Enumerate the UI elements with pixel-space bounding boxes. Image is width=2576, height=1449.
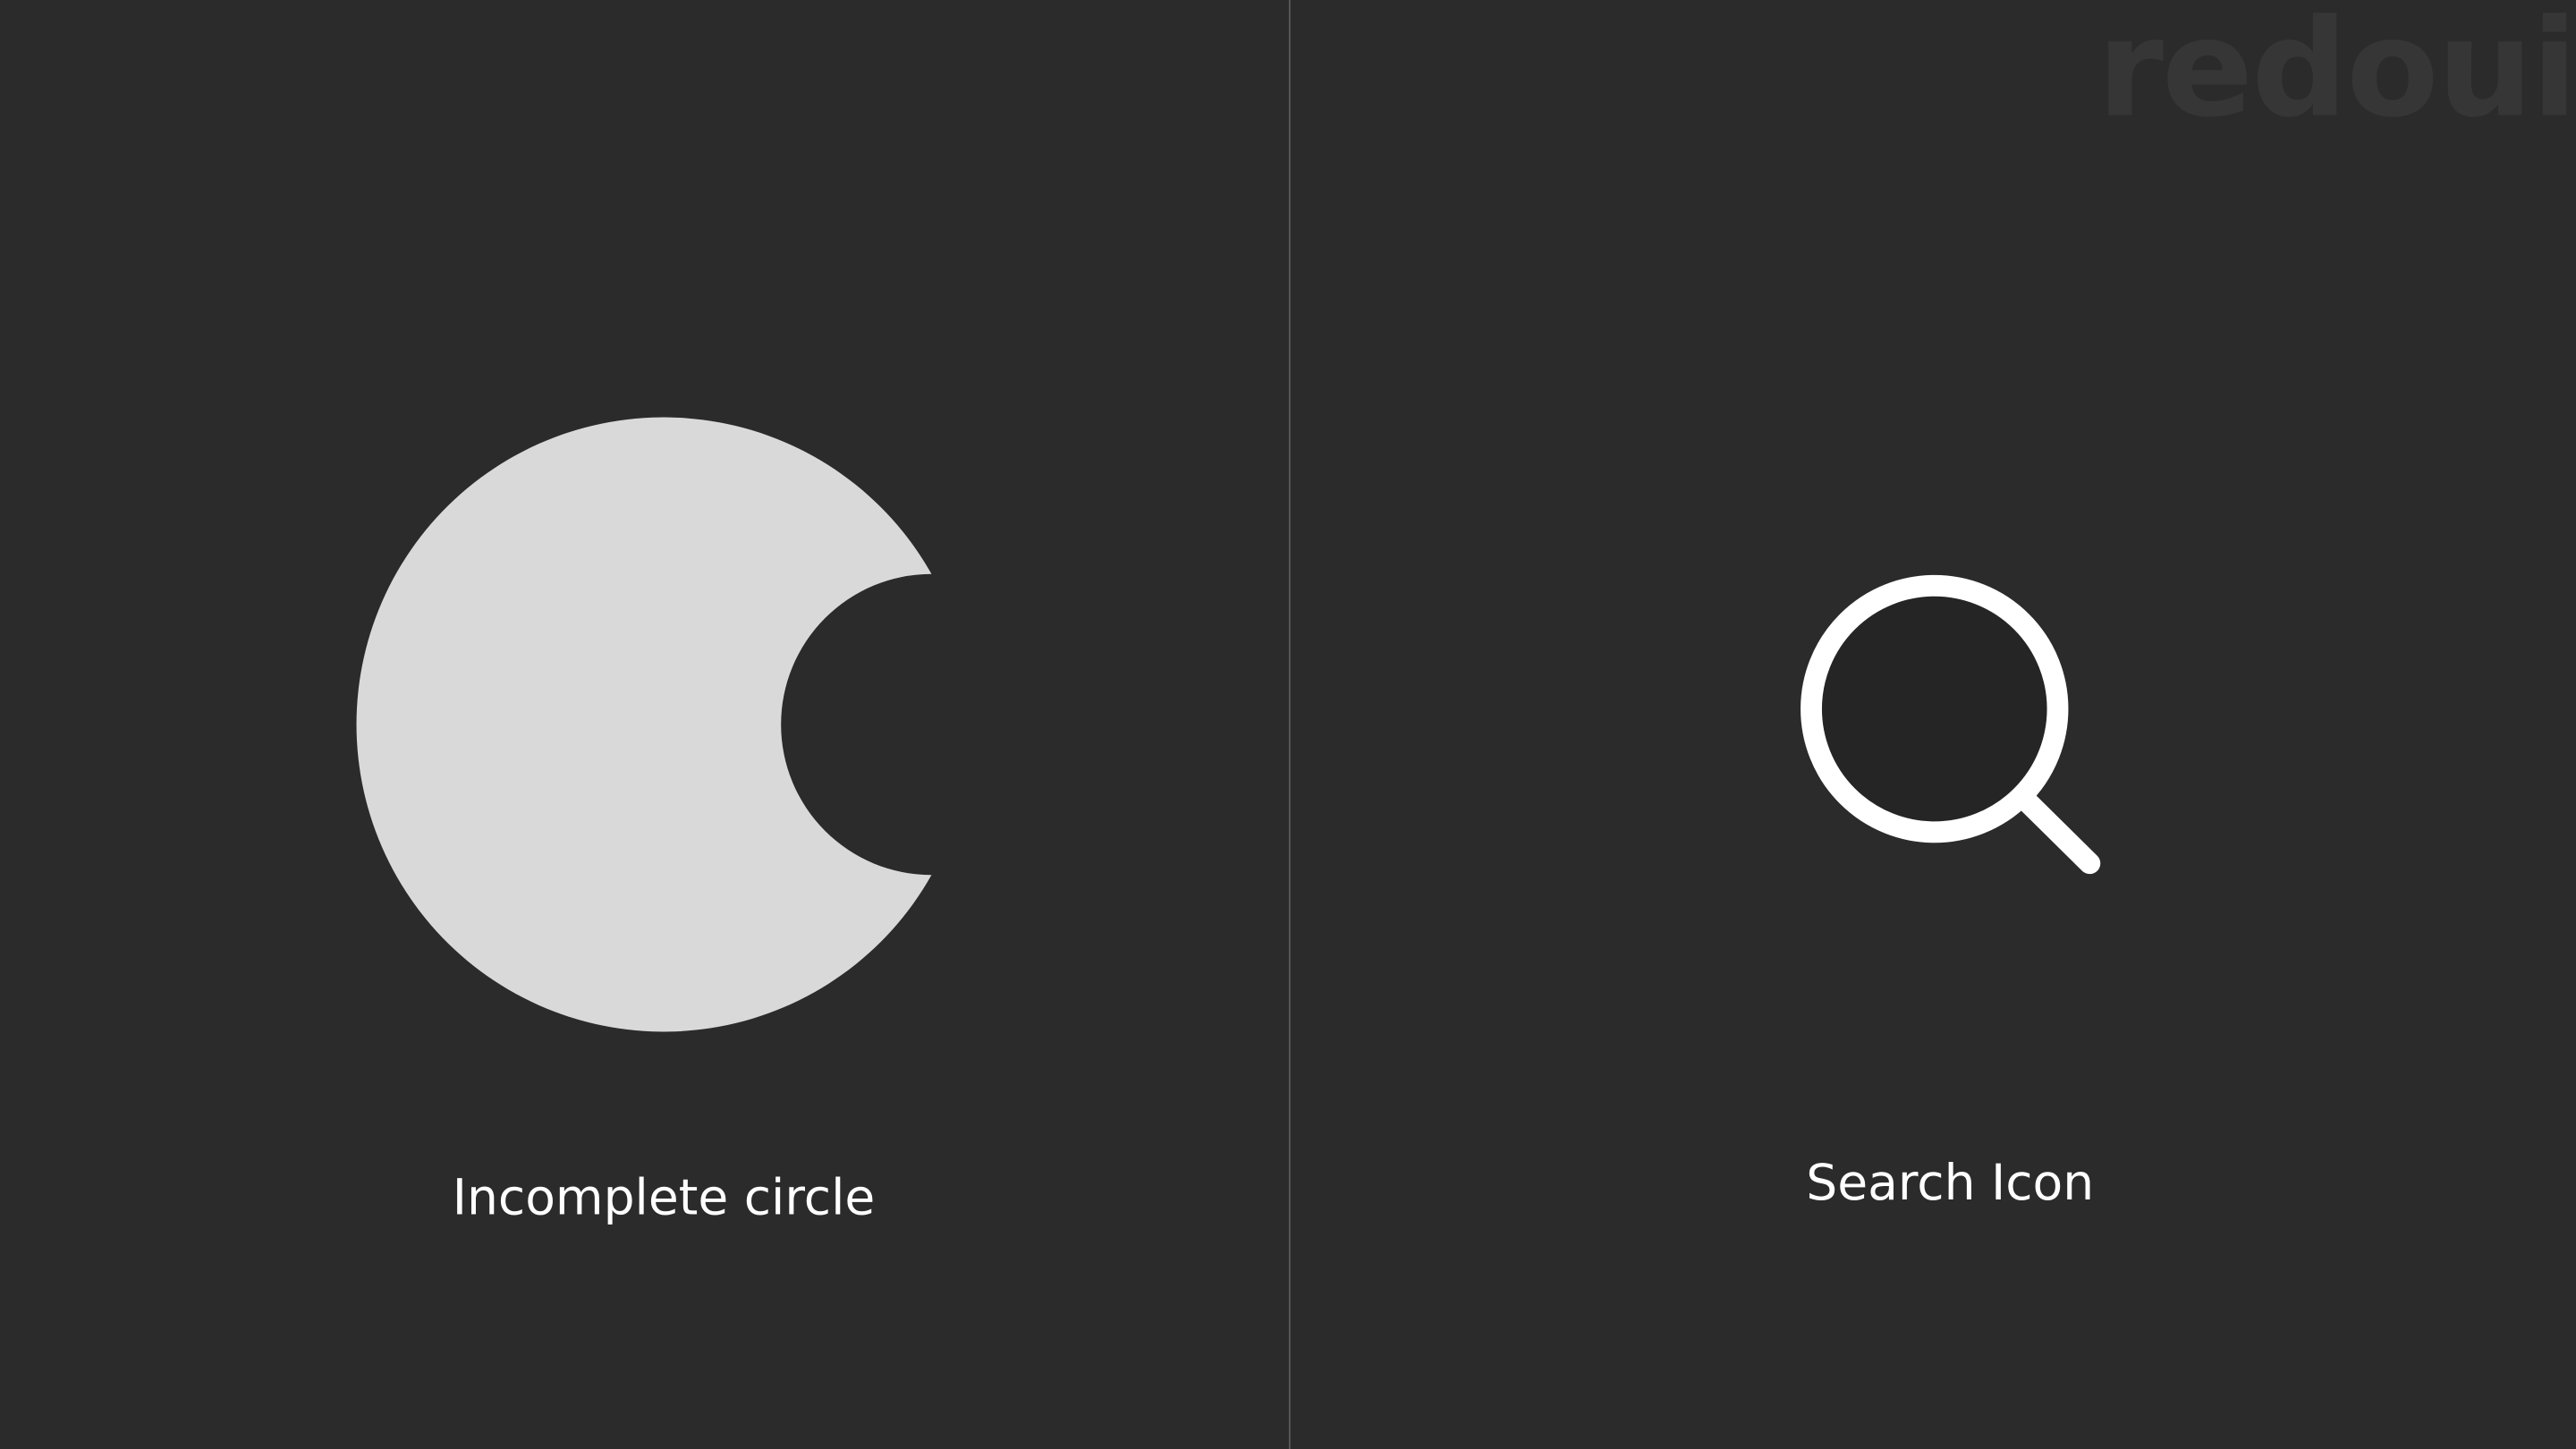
- incomplete-circle-label: Incomplete circle: [453, 1168, 876, 1225]
- watermark-logo: redoui: [2097, 0, 2576, 148]
- canvas: redoui Incomplete circle Search Icon: [0, 0, 2576, 1449]
- search-icon-label: Search Icon: [1806, 1154, 2094, 1211]
